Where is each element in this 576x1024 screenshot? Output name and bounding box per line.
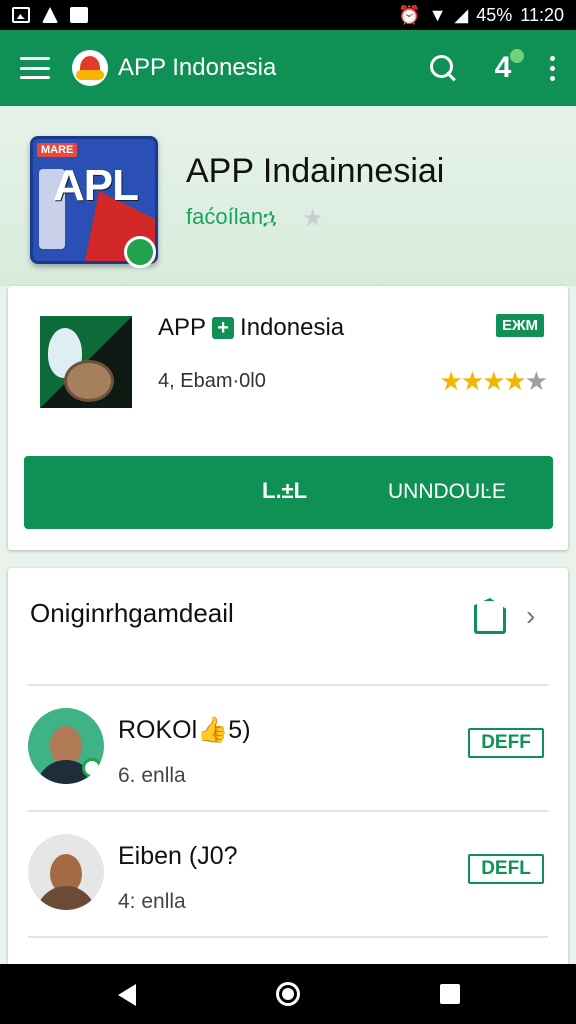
hero-subtitle[interactable]: faćoílanኋ (186, 204, 277, 230)
star-icon: ★ (503, 366, 526, 396)
gallery-icon (12, 7, 30, 23)
item-meta: 4, Ebam·0l0 (158, 370, 266, 392)
alarm-icon: ⏰ (398, 5, 421, 25)
app-bar: APP Indonesia 4 (0, 30, 576, 106)
home-icon[interactable] (276, 982, 300, 1006)
recent-apps-icon[interactable] (440, 984, 460, 1004)
status-bar: ⏰ ▼ ◢ 45% 11:20 (0, 0, 576, 30)
system-nav-bar (0, 964, 576, 1024)
notification-icon[interactable]: 4 (486, 49, 524, 85)
list-item[interactable]: RОKОl👍5) 6. enlla DEFF (8, 692, 568, 816)
related-list-card: Oniginrhgamdeail › RОKОl👍5) 6. enlla DEF… (8, 568, 568, 968)
hero-icon-tag: MARE (37, 143, 78, 157)
verified-badge-icon (82, 758, 102, 778)
star-icon: ★ (302, 205, 324, 232)
verified-badge-icon (124, 236, 156, 268)
menu-icon[interactable] (20, 57, 50, 79)
star-icon: ★ (439, 366, 462, 396)
item-title: APP + Indonesia (158, 314, 345, 341)
list-item-action-button[interactable]: DEFF (468, 728, 544, 758)
star-icon: ★ (460, 366, 484, 396)
status-badge: ЕЖМ (495, 314, 544, 337)
app-detail-card: APP + Indonesia ЕЖМ 4, Ebam·0l0 ★★★★★ L.… (8, 286, 568, 550)
list-item-action-button[interactable]: DEFL (468, 854, 544, 884)
divider (28, 936, 548, 938)
status-time: 11:20 (520, 4, 564, 25)
list-item-name: Eiben (J0? (118, 842, 238, 870)
hero-app-icon: MARE APL (22, 132, 162, 272)
bag-icon (70, 7, 88, 23)
install-button[interactable]: L.±L UNNDOUĿE (24, 456, 553, 529)
section-title: Oniginrhgamdeail (30, 598, 234, 628)
star-icon: ★ (482, 366, 505, 396)
plus-icon: + (212, 317, 235, 339)
battery-text: 45% (476, 4, 513, 25)
rating-stars: ★★★★★ (439, 366, 548, 397)
install-button-right-label: UNNDOUĿE (388, 480, 506, 503)
avatar (28, 708, 104, 784)
hero-icon-label: APL (53, 161, 139, 210)
search-icon[interactable] (430, 55, 456, 81)
list-item-sub: 6. enlla (118, 764, 186, 787)
triangle-app-icon (42, 7, 58, 23)
list-item[interactable]: Eiben (J0? 4: enlla DEFL (8, 818, 568, 942)
divider (28, 810, 548, 812)
hero-section: MARE APL APP Indainnesiai faćoílanኋ ★ (0, 106, 576, 286)
notification-dot (510, 49, 524, 63)
avatar (28, 834, 104, 910)
app-logo-icon (72, 50, 108, 86)
chevron-right-icon[interactable]: › (526, 600, 535, 632)
wifi-icon: ▼ (428, 5, 447, 25)
more-options-icon[interactable] (550, 55, 556, 81)
app-title: APP Indonesia (118, 54, 277, 81)
list-item-name: RОKОl👍5) (118, 716, 251, 744)
signal-icon: ◢ (454, 5, 469, 25)
list-item-sub: 4: enlla (118, 890, 186, 913)
star-icon: ★ (524, 366, 548, 396)
install-button-left-label: L.±L (262, 478, 308, 503)
hero-title: APP Indainnesiai (186, 152, 445, 190)
divider (28, 684, 548, 686)
app-thumbnail (40, 316, 132, 408)
share-icon[interactable] (474, 598, 506, 634)
back-icon[interactable] (118, 984, 136, 1006)
